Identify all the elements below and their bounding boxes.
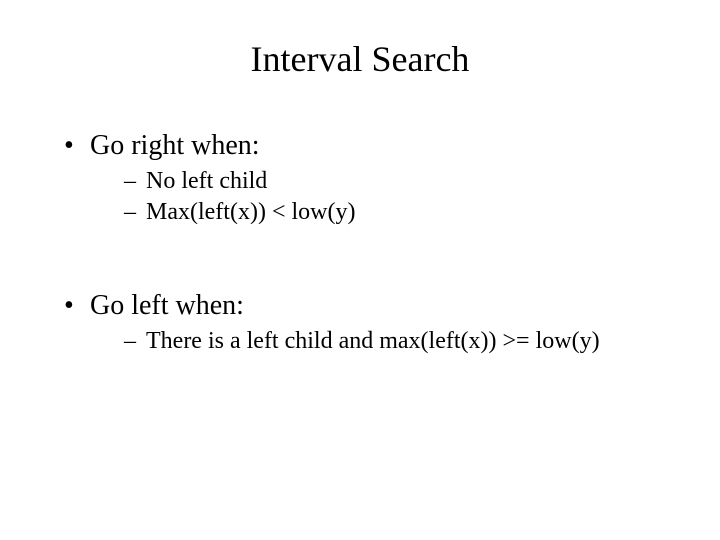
bullet-list: Go right when: No left child Max(left(x)… <box>0 130 720 355</box>
sub-item: There is a left child and max(left(x)) >… <box>124 328 720 355</box>
bullet-item: Go left when: There is a left child and … <box>64 290 720 355</box>
sub-text: No left child <box>146 168 267 194</box>
sub-item: No left child <box>124 168 720 195</box>
bullet-text: Go right when: <box>90 130 260 161</box>
bullet-item: Go right when: No left child Max(left(x)… <box>64 130 720 226</box>
slide-title: Interval Search <box>0 0 720 80</box>
spacer <box>64 262 720 290</box>
sub-text: Max(left(x)) < low(y) <box>146 199 355 225</box>
bullet-text: Go left when: <box>90 290 244 321</box>
sub-item: Max(left(x)) < low(y) <box>124 199 720 226</box>
slide: Interval Search Go right when: No left c… <box>0 0 720 540</box>
sub-list: No left child Max(left(x)) < low(y) <box>90 168 720 226</box>
sub-list: There is a left child and max(left(x)) >… <box>90 328 720 355</box>
sub-text: There is a left child and max(left(x)) >… <box>146 328 600 354</box>
